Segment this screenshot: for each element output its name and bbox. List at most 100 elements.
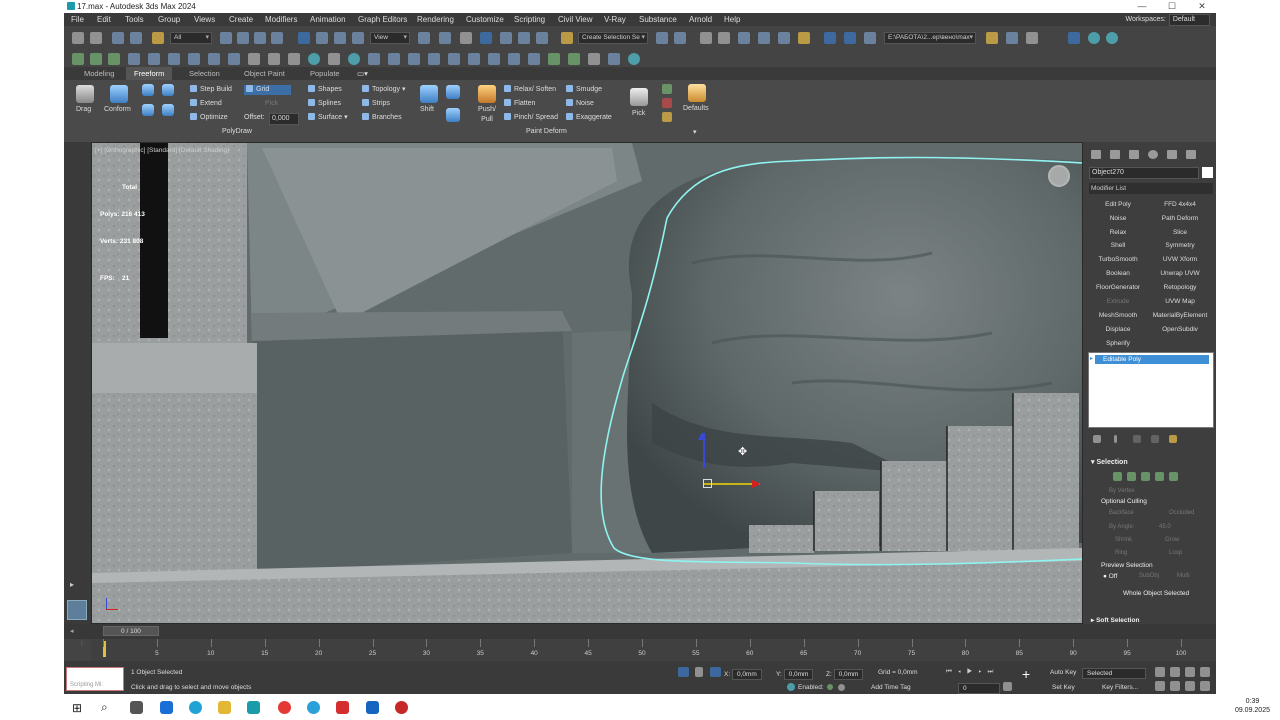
menu-vray[interactable]: V-Ray (604, 13, 626, 26)
modify-tab-icon[interactable] (1110, 150, 1120, 159)
maxscript-icon[interactable] (1026, 32, 1038, 44)
menu-civil-view[interactable]: Civil View (558, 13, 593, 26)
defaults-button[interactable]: Defaults (683, 104, 709, 114)
select-by-name-icon[interactable] (237, 32, 249, 44)
modifier-opensubdiv[interactable]: OpenSubdiv (1151, 324, 1209, 336)
vray-decal-icon[interactable] (368, 53, 380, 65)
paint-deform-group-label[interactable]: Paint Deform (526, 128, 567, 135)
x-coordinate[interactable]: X: 0,0mm (724, 669, 762, 680)
angle-input[interactable]: 45,0 (1159, 524, 1171, 530)
optimize-button[interactable]: Optimize (190, 113, 228, 123)
pick-surface-button[interactable]: Pick (265, 99, 278, 109)
branches-button[interactable]: Branches (362, 113, 402, 123)
occluded-checkbox[interactable]: Occluded (1169, 510, 1194, 516)
relax-soften-button[interactable]: Relax/ Soften (504, 85, 556, 95)
vray-plane-icon[interactable] (208, 53, 220, 65)
window-crossing-icon[interactable] (271, 32, 283, 44)
shift-options-icon[interactable] (446, 85, 460, 99)
extend-button[interactable]: Extend (190, 99, 222, 109)
select-move-icon[interactable] (298, 32, 310, 44)
vray-toon-icon[interactable] (428, 53, 440, 65)
menu-modifiers[interactable]: Modifiers (265, 13, 297, 26)
modifier-boolean[interactable]: Boolean (1089, 268, 1147, 280)
checkmark-icon[interactable] (662, 84, 672, 94)
by-vertex-checkbox[interactable]: By Vertex (1109, 488, 1135, 494)
modifier-floorgenerator[interactable]: FloorGenerator (1089, 282, 1147, 294)
menu-customize[interactable]: Customize (466, 13, 504, 26)
manipulate-icon[interactable] (439, 32, 451, 44)
gizmo-x-arrow-icon[interactable] (752, 480, 761, 488)
ribbon-expand-icon[interactable]: ▾ (693, 128, 697, 138)
splines-button[interactable]: Splines (308, 99, 341, 109)
acrobat-icon[interactable] (336, 701, 349, 714)
ribbon-options-icon[interactable]: ▭▾ (357, 67, 368, 80)
y-coordinate[interactable]: Y: 0,0mm (776, 669, 814, 680)
object-name-field[interactable]: Object270 (1089, 167, 1199, 179)
close-button[interactable]: ✕ (1188, 0, 1216, 13)
file-explorer-icon[interactable] (218, 701, 231, 714)
conform-move-icon[interactable] (142, 104, 154, 116)
surface-button[interactable]: Surface ▾ (308, 113, 348, 123)
render-production-icon[interactable] (864, 32, 876, 44)
keyboard-shortcut-icon[interactable] (460, 32, 472, 44)
polydraw-group-label[interactable]: PolyDraw (222, 128, 252, 135)
edge-mode-icon[interactable] (1127, 472, 1136, 481)
menu-edit[interactable]: Edit (97, 13, 111, 26)
select-scale-icon[interactable] (334, 32, 346, 44)
maxscript-listener[interactable]: Scripting Mi: (66, 667, 124, 691)
ribbon-toggle-icon[interactable] (738, 32, 750, 44)
by-angle-checkbox[interactable]: By Angle: (1109, 524, 1134, 530)
menu-substance[interactable]: Substance (639, 13, 677, 26)
menu-graph-editors[interactable]: Graph Editors (358, 13, 407, 26)
zoom-icon[interactable] (1155, 667, 1165, 677)
vray-vfb-icon[interactable] (288, 53, 300, 65)
gizmo-z-arrow-icon[interactable] (698, 432, 706, 440)
shift-rotate-icon[interactable] (446, 108, 460, 122)
tab-modeling[interactable]: Modeling (84, 67, 114, 80)
vray-grass-icon[interactable] (568, 53, 580, 65)
conform-button[interactable]: Conform (104, 105, 131, 115)
edit-named-selections-icon[interactable] (561, 32, 573, 44)
link-icon[interactable] (112, 32, 124, 44)
time-prev-icon[interactable]: ◂ (70, 627, 74, 635)
configure-sets-icon[interactable] (1169, 435, 1177, 443)
vray-sun-icon[interactable] (148, 53, 160, 65)
auto-key-button[interactable]: Auto Key (1050, 669, 1076, 676)
polygon-mode-icon[interactable] (1155, 472, 1164, 481)
enabled-icon[interactable] (787, 683, 795, 691)
selection-rollout[interactable]: ▾ Selection (1091, 458, 1128, 466)
vray-info-icon[interactable] (348, 53, 360, 65)
modifier-shell[interactable]: Shell (1089, 240, 1147, 252)
cancel-icon[interactable] (662, 98, 672, 108)
modifier-list-dropdown[interactable]: Modifier List (1089, 183, 1213, 194)
z-coordinate[interactable]: Z: 0,0mm (826, 669, 864, 680)
time-tag-icon[interactable] (838, 684, 845, 691)
panel-toggle-icon[interactable] (1068, 32, 1080, 44)
project-icon[interactable] (1006, 32, 1018, 44)
vray-volume-icon[interactable] (448, 53, 460, 65)
windows-start-icon[interactable]: ⊞ (72, 701, 82, 715)
vray-icon[interactable] (1106, 32, 1118, 44)
menu-tools[interactable]: Tools (125, 13, 144, 26)
vray-scatter-icon[interactable] (488, 53, 500, 65)
screen-recorder-icon[interactable] (395, 701, 408, 714)
grid-dropdown[interactable]: Grid (244, 85, 292, 95)
preview-subobj-radio[interactable]: SubObj (1139, 573, 1159, 579)
menu-scripting[interactable]: Scripting (514, 13, 545, 26)
pan-icon[interactable] (1170, 681, 1180, 691)
add-time-tag[interactable]: Add Time Tag (871, 684, 911, 691)
modifier-unwrap-uvw[interactable]: Unwrap UVW (1151, 268, 1209, 280)
align-icon[interactable] (674, 32, 686, 44)
preview-multi-radio[interactable]: Multi (1177, 573, 1190, 579)
mirror-icon[interactable] (656, 32, 668, 44)
modifier-displace[interactable]: Displace (1089, 324, 1147, 336)
vray-help-icon[interactable] (628, 53, 640, 65)
scene-explorer-icon[interactable] (700, 32, 712, 44)
push-pull-icon[interactable] (478, 85, 496, 103)
menu-file[interactable]: File (71, 13, 84, 26)
tab-populate[interactable]: Populate (310, 67, 340, 80)
angle-snap-icon[interactable] (500, 32, 512, 44)
outlook-icon[interactable] (160, 701, 173, 714)
modifier-noise[interactable]: Noise (1089, 213, 1147, 225)
shift-button[interactable]: Shift (420, 105, 434, 115)
